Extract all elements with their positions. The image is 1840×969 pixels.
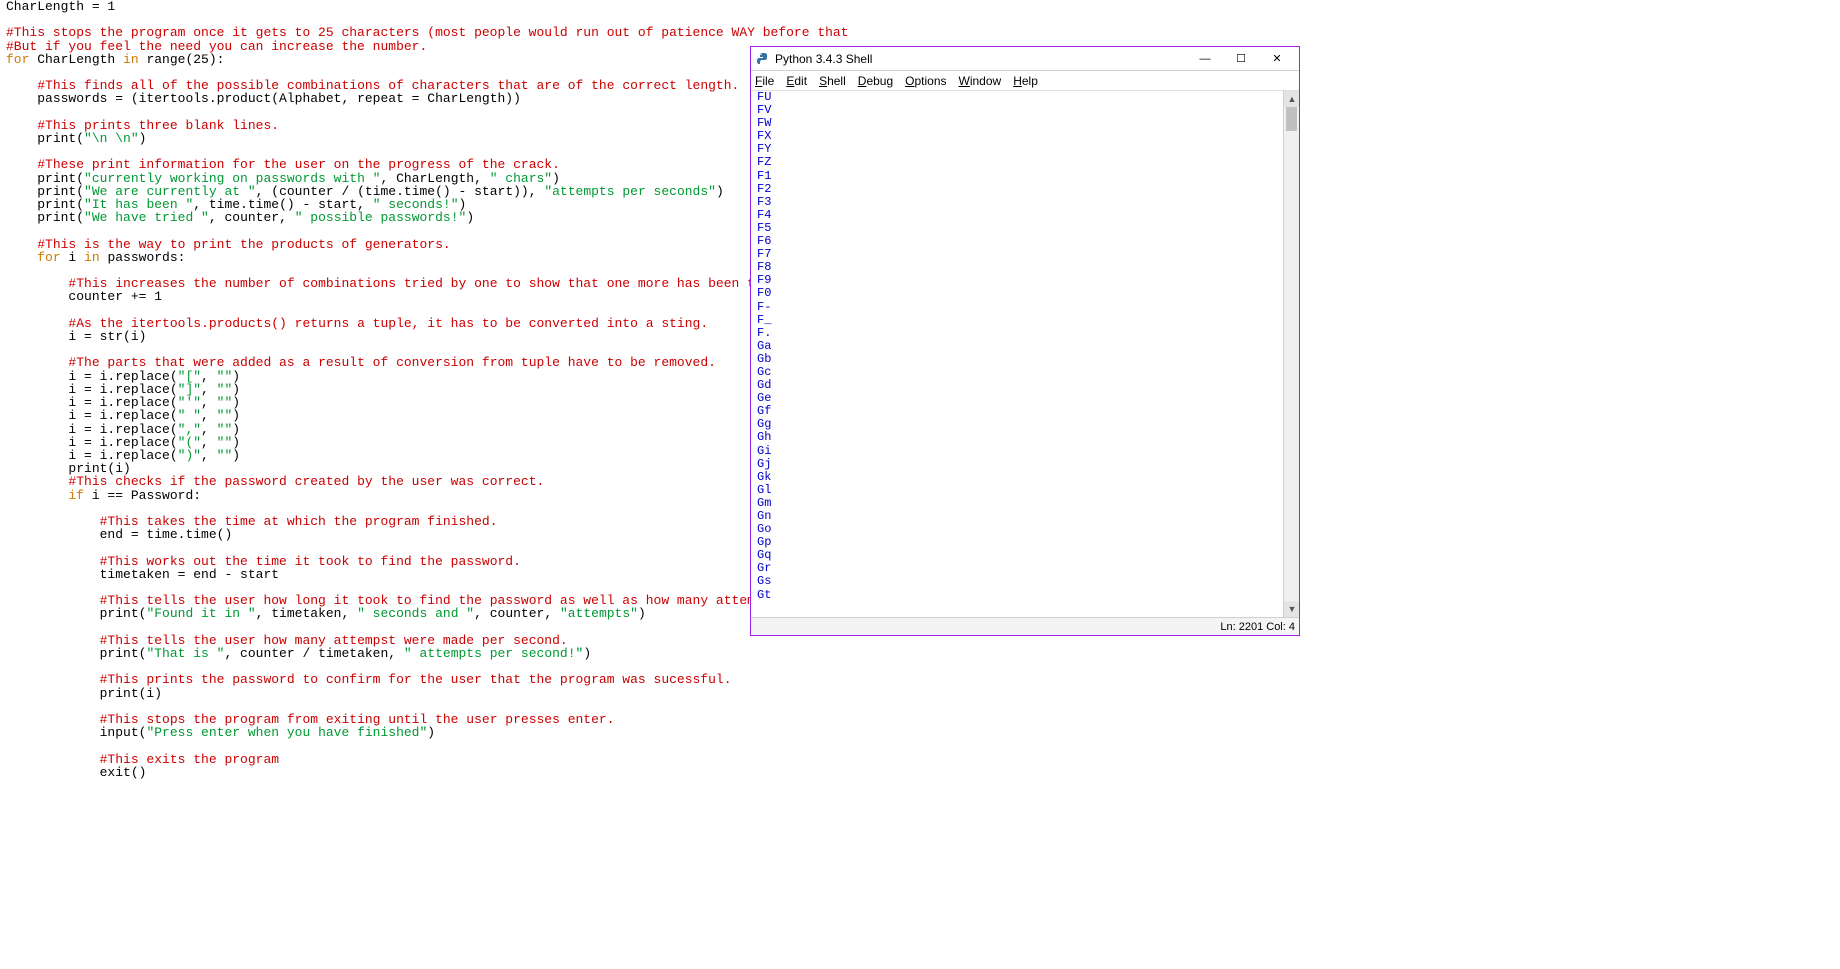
vertical-scrollbar[interactable]: ▲ ▼ [1283, 91, 1299, 617]
shell-output-line: Gl [757, 484, 771, 497]
shell-output-line: Gh [757, 431, 771, 444]
shell-output-line: Gs [757, 575, 771, 588]
shell-output-line: Gi [757, 445, 771, 458]
scroll-down-button[interactable]: ▼ [1284, 601, 1299, 617]
code-line[interactable]: input("Press enter when you have finishe… [6, 726, 746, 739]
menubar: File Edit Shell Debug Options Window Help [751, 71, 1299, 91]
code-line[interactable]: print("Found it in ", timetaken, " secon… [6, 607, 746, 620]
shell-output-line: Gj [757, 458, 771, 471]
python-shell-window: Python 3.4.3 Shell — ☐ ✕ File Edit Shell De… [750, 46, 1300, 636]
shell-output-area[interactable]: FUFVFWFXFYFZF1F2F3F4F5F6F7F8F9F0F-F_F.Ga… [751, 91, 1299, 617]
status-bar: Ln: 2201 Col: 4 [751, 617, 1299, 635]
menu-debug[interactable]: Debug [858, 74, 893, 88]
shell-output-line: Ga [757, 340, 771, 353]
code-line[interactable]: passwords = (itertools.product(Alphabet,… [6, 92, 746, 105]
shell-output-line: F2 [757, 183, 771, 196]
shell-output-line: Gt [757, 589, 771, 602]
scroll-track[interactable] [1284, 107, 1299, 601]
code-line[interactable]: CharLength = 1 [6, 0, 746, 13]
code-line[interactable]: if i == Password: [6, 489, 746, 502]
shell-output-line: F3 [757, 196, 771, 209]
code-editor-area[interactable]: CharLength = 1 #This stops the program o… [6, 0, 746, 779]
shell-output-line: F- [757, 301, 771, 314]
code-line[interactable]: timetaken = end - start [6, 568, 746, 581]
shell-output-line: F4 [757, 209, 771, 222]
code-line[interactable]: i = str(i) [6, 330, 746, 343]
code-line[interactable]: print("That is ", counter / timetaken, "… [6, 647, 746, 660]
window-title: Python 3.4.3 Shell [775, 52, 1187, 66]
scroll-thumb[interactable] [1286, 107, 1297, 131]
menu-edit[interactable]: Edit [786, 74, 807, 88]
shell-output-line: F_ [757, 314, 771, 327]
code-line[interactable]: print("\n \n") [6, 132, 746, 145]
menu-options[interactable]: Options [905, 74, 946, 88]
shell-output-line: F. [757, 327, 771, 340]
shell-output-line: F1 [757, 170, 771, 183]
code-line[interactable]: for CharLength in range(25): [6, 53, 746, 66]
close-button[interactable]: ✕ [1259, 49, 1295, 69]
code-line[interactable]: print(i) [6, 687, 746, 700]
shell-output-line: FZ [757, 156, 771, 169]
titlebar[interactable]: Python 3.4.3 Shell — ☐ ✕ [751, 47, 1299, 71]
scroll-up-button[interactable]: ▲ [1284, 91, 1299, 107]
minimize-button[interactable]: — [1187, 49, 1223, 69]
menu-window[interactable]: Window [959, 74, 1002, 88]
menu-file[interactable]: File [755, 74, 774, 88]
shell-output-line: Gb [757, 353, 771, 366]
shell-output-line: Gk [757, 471, 771, 484]
code-line[interactable]: print("We have tried ", counter, " possi… [6, 211, 746, 224]
maximize-button[interactable]: ☐ [1223, 49, 1259, 69]
menu-shell[interactable]: Shell [819, 74, 846, 88]
shell-output-line: F0 [757, 287, 771, 300]
code-line[interactable]: for i in passwords: [6, 251, 746, 264]
cursor-position: Ln: 2201 Col: 4 [1220, 621, 1295, 633]
python-icon [755, 51, 771, 67]
code-line[interactable]: counter += 1 [6, 290, 746, 303]
code-line[interactable]: end = time.time() [6, 528, 746, 541]
code-line[interactable]: exit() [6, 766, 746, 779]
menu-help[interactable]: Help [1013, 74, 1038, 88]
